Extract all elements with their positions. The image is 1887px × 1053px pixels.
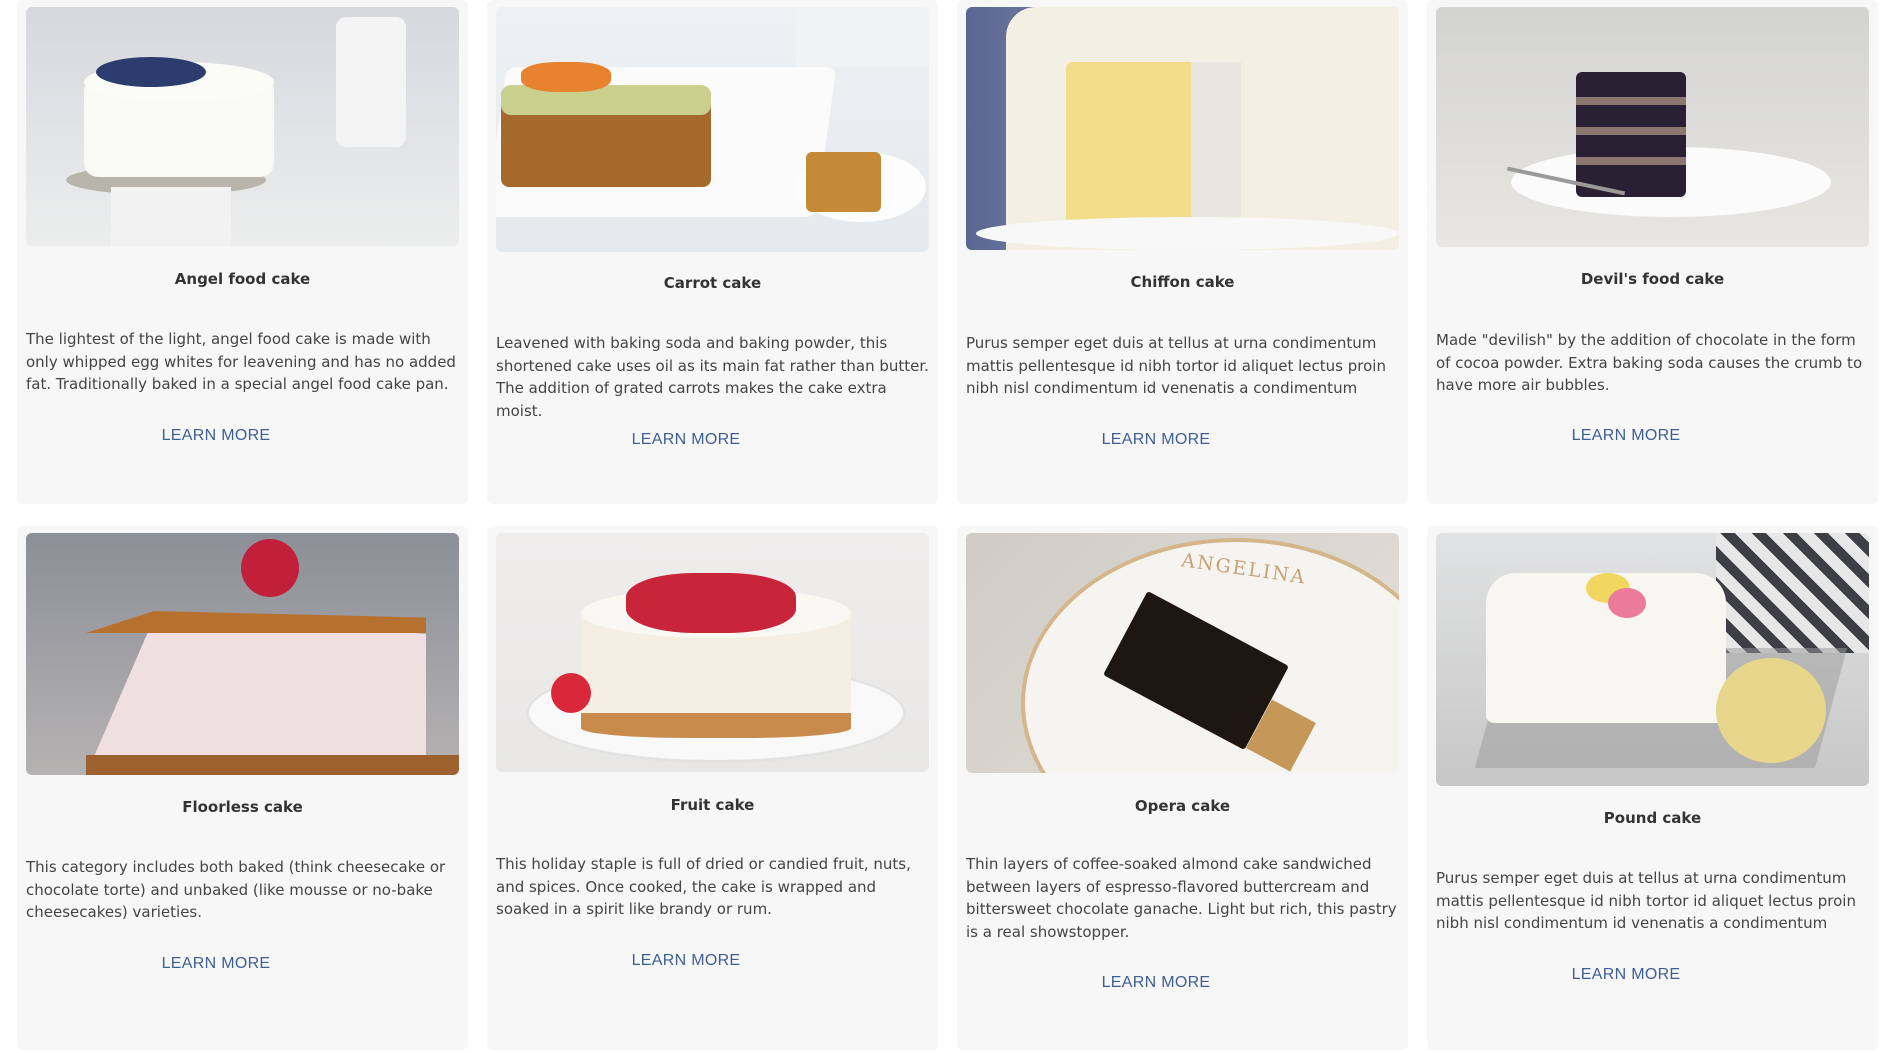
floorless-cake-image bbox=[26, 533, 459, 775]
card-title: Opera cake bbox=[1134, 797, 1231, 815]
card-floorless-cake: Floorless cake This category includes bo… bbox=[17, 526, 468, 1050]
card-description: This holiday staple is full of dried or … bbox=[496, 855, 911, 919]
learn-more-link[interactable]: LEARN MORE bbox=[487, 952, 885, 970]
card-opera-cake: ANGELINA Opera cake Thin layers of coffe… bbox=[957, 526, 1408, 1050]
card-description: The lightest of the light, angel food ca… bbox=[26, 330, 456, 394]
learn-more-link[interactable]: LEARN MORE bbox=[17, 427, 415, 445]
learn-more-link[interactable]: LEARN MORE bbox=[957, 974, 1355, 992]
learn-more-link[interactable]: LEARN MORE bbox=[957, 431, 1355, 449]
devils-food-cake-image bbox=[1436, 7, 1869, 247]
card-title: Pound cake bbox=[1603, 809, 1702, 827]
card-angel-food-cake: Angel food cake The lightest of the ligh… bbox=[17, 0, 468, 504]
card-description: Made "devilish" by the addition of choco… bbox=[1436, 331, 1863, 395]
learn-more-link[interactable]: LEARN MORE bbox=[1427, 966, 1825, 984]
card-description: Purus semper eget duis at tellus at urna… bbox=[1436, 869, 1856, 933]
chiffon-cake-image bbox=[966, 7, 1399, 250]
learn-more-link[interactable]: LEARN MORE bbox=[1427, 427, 1825, 445]
angel-food-cake-image bbox=[26, 7, 459, 246]
card-chiffon-cake: Chiffon cake Purus semper eget duis at t… bbox=[957, 0, 1408, 504]
card-carrot-cake: Carrot cake Leavened with baking soda an… bbox=[487, 0, 938, 504]
fruit-cake-image bbox=[496, 533, 929, 772]
carrot-cake-image bbox=[496, 7, 929, 252]
card-title: Devil's food cake bbox=[1580, 270, 1725, 288]
card-title: Angel food cake bbox=[174, 270, 311, 288]
card-description: This category includes both baked (think… bbox=[26, 858, 446, 922]
card-pound-cake: Pound cake Purus semper eget duis at tel… bbox=[1427, 526, 1878, 1050]
card-title: Carrot cake bbox=[663, 274, 762, 292]
card-title: Fruit cake bbox=[670, 796, 755, 814]
card-description: Thin layers of coffee-soaked almond cake… bbox=[966, 855, 1397, 941]
card-devils-food-cake: Devil's food cake Made "devilish" by the… bbox=[1427, 0, 1878, 504]
opera-cake-image: ANGELINA bbox=[966, 533, 1399, 773]
card-title: Floorless cake bbox=[182, 798, 303, 816]
card-title: Chiffon cake bbox=[1130, 273, 1235, 291]
learn-more-link[interactable]: LEARN MORE bbox=[17, 955, 415, 973]
card-fruit-cake: Fruit cake This holiday staple is full o… bbox=[487, 526, 938, 1050]
card-description: Purus semper eget duis at tellus at urna… bbox=[966, 334, 1386, 398]
pound-cake-image bbox=[1436, 533, 1869, 786]
card-description: Leavened with baking soda and baking pow… bbox=[496, 334, 929, 420]
learn-more-link[interactable]: LEARN MORE bbox=[487, 431, 885, 449]
